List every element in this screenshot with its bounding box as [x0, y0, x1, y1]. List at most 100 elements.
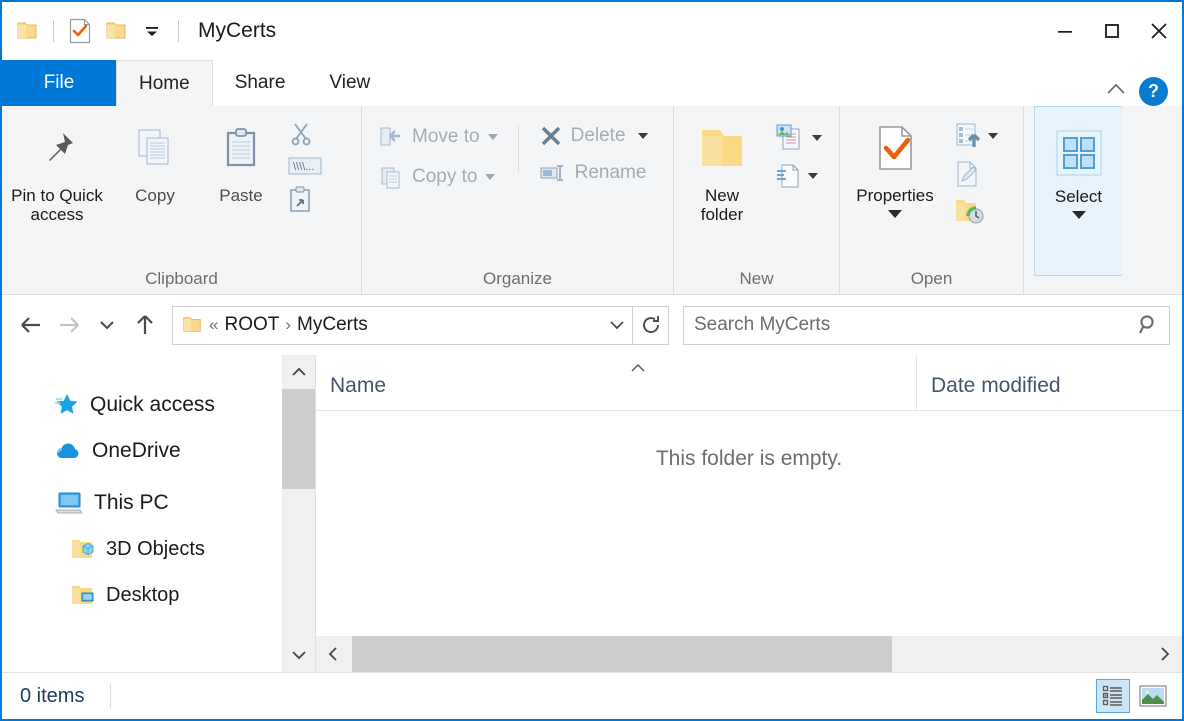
scroll-up-button[interactable]: [290, 355, 308, 389]
sidebar-item-onedrive[interactable]: OneDrive: [2, 435, 282, 467]
ribbon-group-organize: Move to Copy to Delete Rename Organize: [362, 106, 674, 294]
sidebar-item-desktop[interactable]: Desktop: [2, 579, 282, 611]
folder-3d-icon: [72, 540, 94, 558]
sidebar-item-this-pc[interactable]: This PC: [2, 487, 282, 519]
file-list-horizontal-scrollbar[interactable]: [316, 636, 1182, 672]
copy-to-label: Copy to: [412, 166, 478, 187]
sidebar-label-3d-objects: 3D Objects: [106, 537, 205, 560]
edit-button[interactable]: [950, 156, 1002, 192]
open-dropdown-icon[interactable]: [988, 133, 998, 139]
pin-label-line1: Pin to Quick: [11, 186, 103, 205]
tab-view[interactable]: View: [307, 60, 392, 106]
scroll-right-button[interactable]: [1146, 645, 1182, 663]
close-button[interactable]: [1135, 2, 1182, 60]
collapse-ribbon-icon[interactable]: [1103, 78, 1129, 105]
qat-folder-icon[interactable]: [12, 16, 42, 46]
select-button[interactable]: Select: [1044, 121, 1114, 223]
details-view-button[interactable]: [1096, 679, 1130, 713]
ribbon-group-select[interactable]: Select: [1034, 106, 1122, 276]
copy-icon: [130, 118, 180, 180]
delete-dropdown-icon[interactable]: [637, 133, 648, 139]
easy-access-icon: [777, 164, 799, 188]
qat-properties-icon[interactable]: [65, 16, 95, 46]
history-button[interactable]: [950, 194, 1002, 228]
scrollbar-thumb[interactable]: [282, 389, 315, 489]
new-item-dropdown-icon[interactable]: [812, 135, 822, 141]
up-button[interactable]: [128, 308, 162, 342]
recent-locations-button[interactable]: [90, 308, 124, 342]
easy-access-button[interactable]: [770, 158, 826, 194]
cut-button[interactable]: [284, 118, 326, 150]
qat-new-folder-icon[interactable]: [101, 16, 131, 46]
open-small-buttons: [950, 114, 1002, 228]
paste-shortcut-button[interactable]: [284, 182, 326, 216]
rename-button[interactable]: Rename: [533, 158, 654, 188]
ribbon-group-clipboard: Pin to Quick access Copy Paste \\\\... C…: [2, 106, 362, 294]
status-bar-divider: [110, 684, 112, 708]
navigation-pane-scrollbar[interactable]: [282, 355, 316, 672]
properties-dropdown-icon[interactable]: [888, 210, 902, 219]
copy-to-button[interactable]: Copy to: [372, 160, 504, 194]
column-headers: Name Date modified: [316, 355, 1182, 411]
sidebar-item-quick-access[interactable]: Quick access: [2, 389, 282, 421]
copy-button[interactable]: Copy: [112, 114, 198, 209]
new-item-button[interactable]: [770, 120, 826, 156]
copy-path-button[interactable]: \\\\...: [284, 152, 326, 180]
move-to-button[interactable]: Move to: [372, 120, 504, 154]
horizontal-scrollbar-thumb[interactable]: [352, 636, 892, 672]
search-box[interactable]: [683, 305, 1170, 345]
easy-access-dropdown-icon[interactable]: [808, 173, 818, 179]
group-label-new: New: [739, 269, 774, 288]
help-button[interactable]: ?: [1139, 77, 1168, 106]
navigation-pane: Quick access OneDrive This PC 3D Objects…: [2, 355, 282, 672]
folder-desktop-icon: [72, 586, 94, 604]
properties-button[interactable]: Properties: [840, 114, 950, 222]
search-icon[interactable]: [1129, 313, 1169, 337]
copy-to-dropdown-icon[interactable]: [485, 174, 496, 180]
breadcrumb-item-root[interactable]: ROOT: [224, 314, 279, 336]
column-header-date-modified[interactable]: Date modified: [916, 355, 1182, 410]
search-input[interactable]: [684, 314, 1129, 336]
scroll-left-button[interactable]: [316, 645, 352, 663]
move-to-dropdown-icon[interactable]: [487, 134, 498, 140]
paste-shortcut-icon: [290, 186, 310, 212]
back-button[interactable]: [14, 308, 48, 342]
scrollbar-track[interactable]: [282, 389, 315, 638]
address-dropdown-icon[interactable]: [602, 307, 632, 344]
select-dropdown-icon[interactable]: [1071, 211, 1086, 220]
pin-to-quick-access-button[interactable]: Pin to Quick access: [2, 114, 112, 228]
qat-customize-dropdown-icon[interactable]: [137, 16, 167, 46]
address-box[interactable]: « ROOT › MyCerts: [172, 305, 669, 345]
tab-share[interactable]: Share: [213, 60, 308, 106]
scroll-down-button[interactable]: [290, 638, 308, 672]
maximize-button[interactable]: [1088, 2, 1135, 60]
star-icon: [55, 394, 78, 414]
main-body: Quick access OneDrive This PC 3D Objects…: [2, 355, 1182, 672]
column-header-date-label: Date modified: [931, 374, 1061, 397]
minimize-button[interactable]: [1041, 2, 1088, 60]
copy-label: Copy: [135, 186, 175, 205]
breadcrumb-item-mycerts[interactable]: MyCerts: [297, 314, 368, 336]
move-to-label: Move to: [412, 126, 480, 147]
copy-to-icon: [381, 167, 400, 189]
tab-file[interactable]: File: [2, 60, 116, 106]
qat-divider: [53, 20, 54, 42]
forward-button[interactable]: [52, 308, 86, 342]
horizontal-scrollbar-track[interactable]: [352, 636, 1146, 672]
group-label-organize: Organize: [483, 269, 552, 288]
large-icons-view-button[interactable]: [1136, 679, 1170, 713]
pin-icon: [33, 118, 81, 180]
organize-divider: [517, 126, 519, 172]
edit-icon: [957, 161, 977, 187]
refresh-button[interactable]: [632, 306, 668, 344]
title-divider: [178, 20, 179, 42]
open-button[interactable]: [950, 118, 1002, 154]
sidebar-item-3d-objects[interactable]: 3D Objects: [2, 533, 282, 565]
delete-button[interactable]: Delete: [533, 120, 654, 152]
column-header-name[interactable]: Name: [316, 355, 916, 410]
new-folder-button[interactable]: New folder: [674, 114, 770, 228]
item-count-label: 0 items: [20, 684, 85, 707]
paste-button[interactable]: Paste: [198, 114, 284, 209]
tab-home[interactable]: Home: [116, 60, 213, 106]
cloud-icon: [56, 443, 79, 458]
